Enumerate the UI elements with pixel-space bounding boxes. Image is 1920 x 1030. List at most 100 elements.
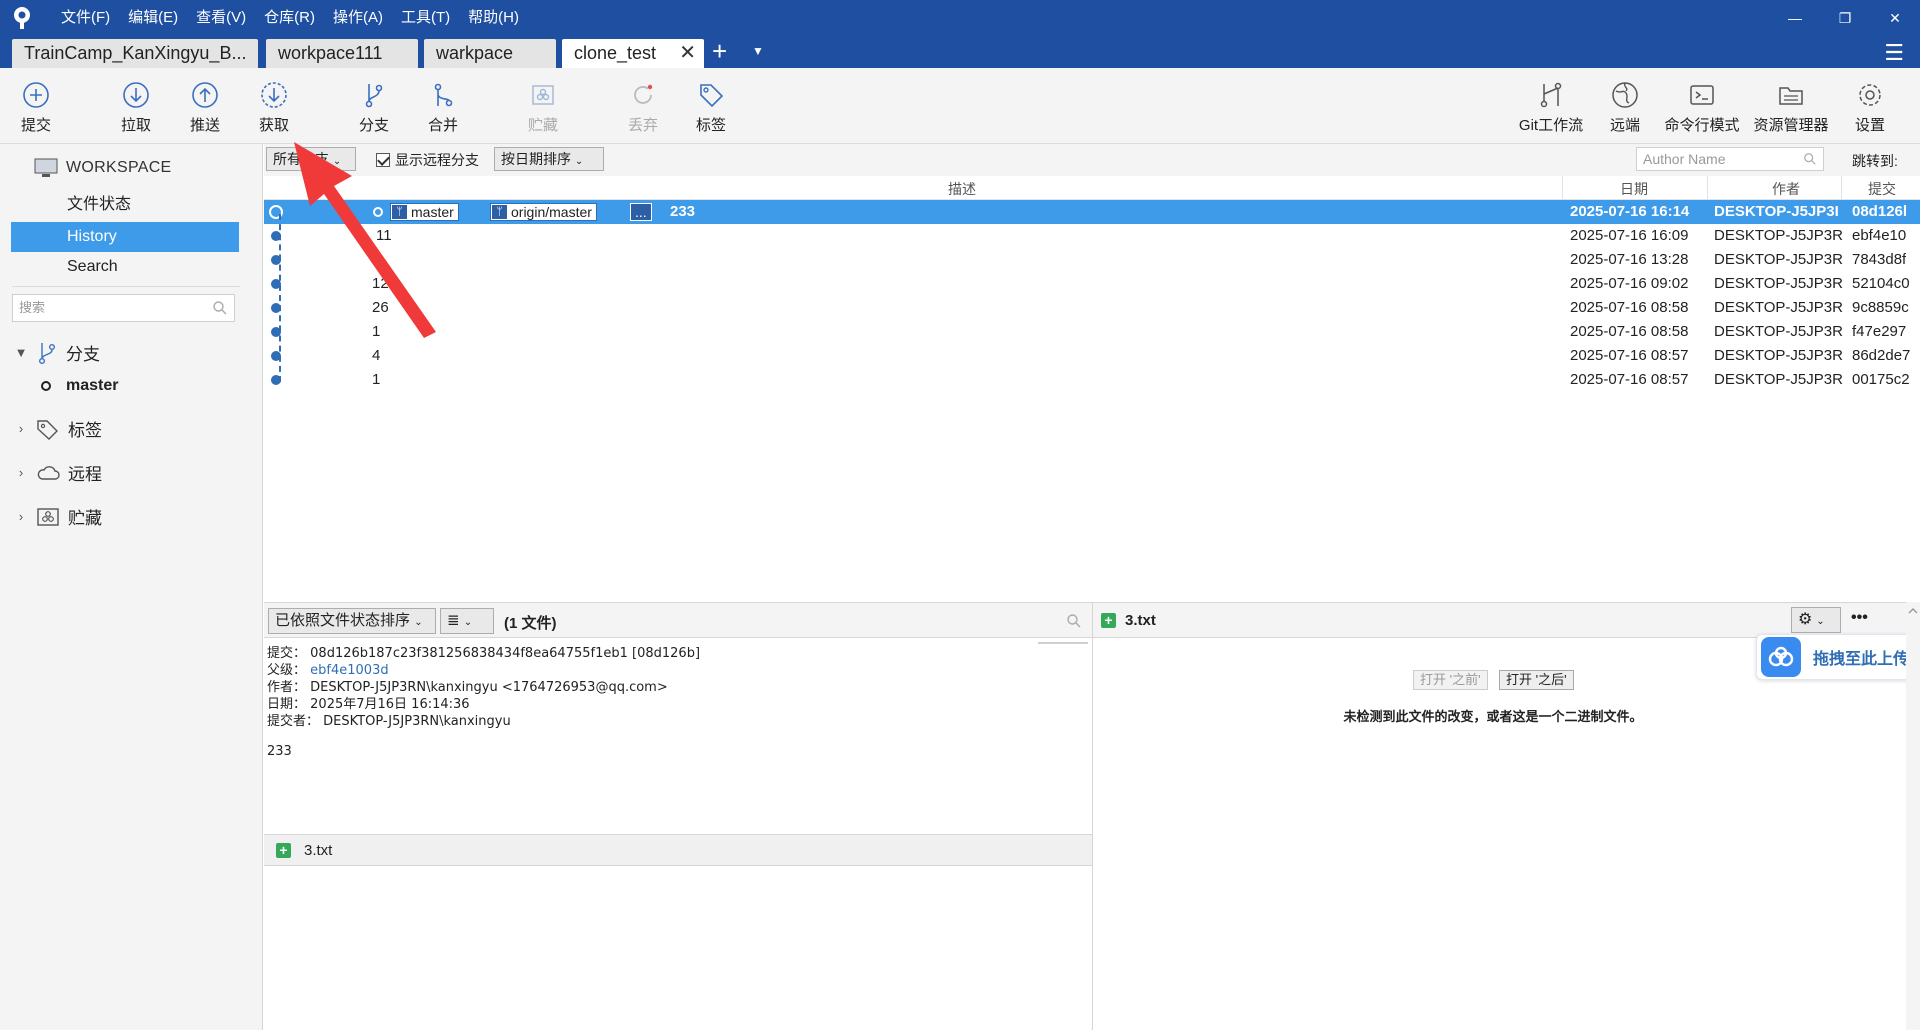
- sort-dropdown[interactable]: 按日期排序 ⌄: [494, 147, 604, 171]
- branch-button[interactable]: 分支: [342, 80, 406, 135]
- terminal-button[interactable]: 命令行模式: [1661, 80, 1743, 135]
- settings-button[interactable]: 设置: [1838, 80, 1902, 135]
- minimize-button[interactable]: —: [1770, 0, 1820, 36]
- remotes-section[interactable]: › 远程: [14, 460, 102, 485]
- table-row[interactable]: 4 2025-07-16 08:57 DESKTOP-J5JP3R 86d2de7: [264, 344, 1920, 368]
- tab-workpace111[interactable]: workpace111: [266, 39, 418, 68]
- workspace-header: WORKSPACE: [34, 158, 172, 178]
- added-file-icon: +: [1101, 613, 1116, 628]
- sidebar-search-input[interactable]: 搜索: [12, 294, 235, 322]
- explorer-button[interactable]: 资源管理器: [1749, 80, 1833, 135]
- tab-warkpace[interactable]: warkpace: [424, 39, 556, 68]
- table-row[interactable]: 1 2025-07-16 08:57 DESKTOP-J5JP3R 00175c2: [264, 368, 1920, 392]
- discard-button[interactable]: 丢弃: [611, 80, 675, 135]
- remotes-label: 远程: [68, 465, 102, 484]
- tags-section[interactable]: › 标签: [14, 416, 102, 441]
- menu-view[interactable]: 查看(V): [187, 0, 255, 36]
- table-row[interactable]: ᛘ master ᛘ origin/master ... 233 2025-07-1…: [264, 200, 1920, 224]
- tag-button[interactable]: 标签: [679, 80, 743, 135]
- author-filter-input[interactable]: Author Name: [1636, 147, 1824, 171]
- push-button[interactable]: 推送: [173, 80, 237, 135]
- commit-date: 2025-07-16 13:28: [1570, 251, 1689, 268]
- sidebar: WORKSPACE 文件状态 History Search 搜索 ▼ 分支 ma…: [0, 144, 263, 1030]
- menu-actions[interactable]: 操作(A): [324, 0, 392, 36]
- fetch-label: 获取: [258, 117, 289, 134]
- chevron-right-icon: ›: [18, 465, 24, 480]
- table-row[interactable]: 123 2025-07-16 09:02 DESKTOP-J5JP3R 52104c0: [264, 272, 1920, 296]
- ref-label: master: [411, 204, 454, 220]
- diff-options-dropdown[interactable]: ⚙ ⌄: [1791, 607, 1841, 633]
- commit-description: 26: [372, 299, 389, 316]
- tab-traincamp[interactable]: TrainCamp_KanXingyu_B...: [12, 39, 258, 68]
- upload-label: 拖拽至此上传: [1813, 651, 1910, 668]
- open-before-button[interactable]: 打开 '之前': [1413, 670, 1488, 690]
- commit-author: DESKTOP-J5JP3R: [1714, 371, 1843, 388]
- git-flow-button[interactable]: Git工作流: [1510, 80, 1592, 135]
- commit-description: 3: [372, 251, 381, 268]
- menu-edit[interactable]: 编辑(E): [119, 0, 187, 36]
- menu-tools[interactable]: 工具(T): [392, 0, 459, 36]
- sidebar-item-file-status[interactable]: 文件状态: [11, 190, 239, 220]
- branches-section[interactable]: ▼ 分支: [14, 340, 100, 365]
- stash-button[interactable]: 贮藏: [511, 80, 575, 135]
- column-date[interactable]: 日期: [1620, 179, 1648, 199]
- commit-date: 2025-07-16 08:58: [1570, 299, 1689, 316]
- table-row[interactable]: 3 2025-07-16 13:28 DESKTOP-J5JP3R 7843d8f: [264, 248, 1920, 272]
- merge-label: 合并: [427, 117, 458, 134]
- branch-filter-dropdown[interactable]: 所有分支 ⌄: [266, 147, 356, 171]
- close-window-button[interactable]: ✕: [1870, 0, 1920, 36]
- column-author[interactable]: 作者: [1772, 179, 1800, 199]
- sidebar-branch-master[interactable]: master: [40, 377, 118, 395]
- column-commit[interactable]: 提交: [1868, 179, 1896, 199]
- discard-icon: [611, 80, 675, 114]
- menu-help[interactable]: 帮助(H): [459, 0, 528, 36]
- column-description[interactable]: 描述: [948, 179, 976, 199]
- hamburger-menu-icon[interactable]: ☰: [1884, 40, 1904, 66]
- stashes-section[interactable]: › 贮藏: [14, 504, 102, 529]
- right-scrollbar[interactable]: [1906, 602, 1920, 1030]
- table-row[interactable]: 1 2025-07-16 08:58 DESKTOP-J5JP3R f47e297: [264, 320, 1920, 344]
- terminal-icon: [1661, 80, 1743, 114]
- merge-button[interactable]: 合并: [411, 80, 475, 135]
- tab-clone-test[interactable]: clone_test ✕: [562, 39, 704, 68]
- commit-date: 2025-07-16 08:57: [1570, 347, 1689, 364]
- detail-committer: 提交者： DESKTOP-J5JP3RN\kanxingyu: [267, 710, 511, 729]
- chevron-right-icon: ›: [18, 421, 24, 436]
- pull-button[interactable]: 拉取: [104, 80, 168, 135]
- add-tab-icon[interactable]: +: [712, 38, 727, 64]
- changed-file-row[interactable]: + 3.txt: [264, 834, 1092, 866]
- menu-repository[interactable]: 仓库(R): [255, 0, 324, 36]
- changed-file-name: 3.txt: [304, 842, 333, 859]
- monitor-icon: [34, 158, 58, 177]
- sidebar-item-search[interactable]: Search: [11, 252, 239, 282]
- commit-author: DESKTOP-J5JP3R: [1714, 323, 1843, 340]
- tab-dropdown-icon[interactable]: ▼: [752, 44, 764, 58]
- drag-upload-button[interactable]: 拖拽至此上传: [1756, 634, 1920, 680]
- branch-ref-icon: ᛘ: [392, 205, 407, 219]
- commit-icon: [4, 80, 68, 114]
- commit-description: 1: [372, 371, 381, 388]
- folder-icon: [1749, 80, 1833, 114]
- remote-button[interactable]: 远端: [1593, 80, 1657, 135]
- menu-file[interactable]: 文件(F): [52, 0, 119, 36]
- tab-close-icon[interactable]: ✕: [679, 39, 696, 68]
- file-sort-dropdown[interactable]: 已依照文件状态排序 ⌄: [268, 608, 436, 634]
- view-mode-dropdown[interactable]: ≣ ⌄: [440, 608, 494, 634]
- open-after-button[interactable]: 打开 '之后': [1499, 670, 1574, 690]
- commit-table-header: 描述 日期 作者 提交: [264, 176, 1920, 200]
- table-row[interactable]: 11 2025-07-16 16:09 DESKTOP-J5JP3R ebf4e10: [264, 224, 1920, 248]
- table-row[interactable]: 26 2025-07-16 08:58 DESKTOP-J5JP3R 9c8859c: [264, 296, 1920, 320]
- branch-ref-icon: ᛘ: [492, 205, 507, 219]
- show-remote-checkbox[interactable]: 显示远程分支: [376, 150, 479, 170]
- maximize-button[interactable]: ❐: [1820, 0, 1870, 36]
- sidebar-item-history[interactable]: History: [11, 222, 239, 252]
- branch-ref-origin-master: ᛘ origin/master: [490, 203, 597, 221]
- commit-button[interactable]: 提交: [4, 80, 68, 135]
- explorer-label: 资源管理器: [1753, 117, 1829, 134]
- search-icon[interactable]: [1066, 613, 1082, 629]
- more-options-button[interactable]: •••: [1851, 609, 1868, 627]
- fetch-button[interactable]: 获取: [242, 80, 306, 135]
- fetch-icon: [242, 80, 306, 114]
- scroll-up-icon[interactable]: [1906, 606, 1920, 616]
- more-refs-badge[interactable]: ...: [630, 203, 652, 221]
